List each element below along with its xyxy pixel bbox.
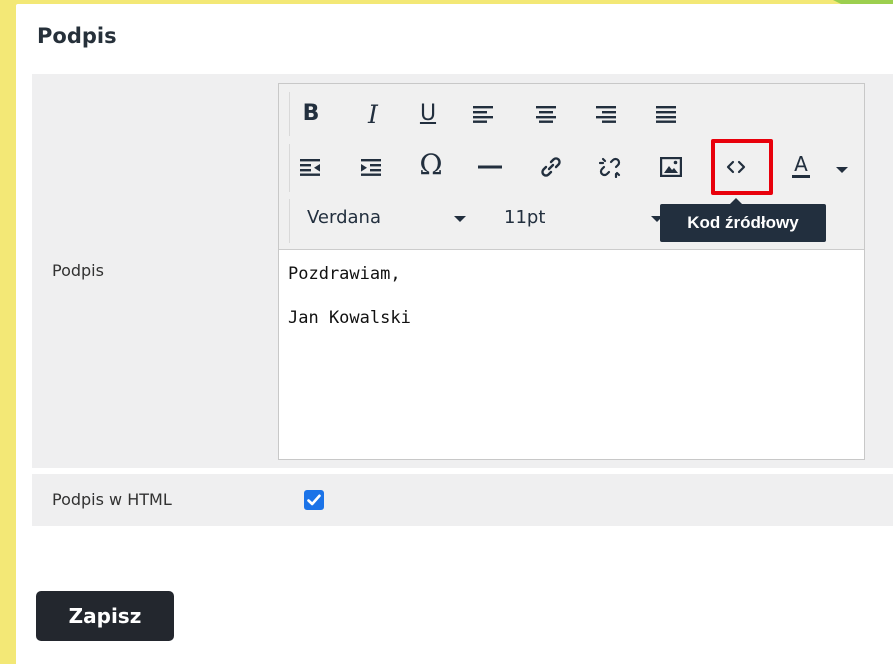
signature-label: Podpis	[52, 261, 104, 280]
text-color-icon[interactable]: A	[783, 147, 819, 183]
text-color-glyph: A	[792, 151, 810, 178]
editor-content-area[interactable]: Pozdrawiam, Jan Kowalski	[279, 249, 864, 459]
source-code-tooltip: Kod źródłowy	[660, 198, 826, 242]
settings-panel: Podpis Podpis B I U Ω A Verdana 11pt Kod…	[16, 4, 893, 664]
content-line-empty	[288, 285, 855, 307]
outdent-icon[interactable]	[293, 149, 329, 185]
toolbar-separator	[289, 144, 290, 192]
bold-button[interactable]: B	[293, 96, 329, 132]
toolbar-separator	[289, 92, 290, 136]
link-icon[interactable]	[533, 149, 569, 185]
underline-button[interactable]: U	[410, 96, 446, 132]
font-family-value: Verdana	[307, 206, 381, 228]
html-signature-row: Podpis w HTML	[32, 474, 893, 526]
italic-button[interactable]: I	[355, 96, 391, 132]
content-line: Jan Kowalski	[288, 308, 411, 328]
align-left-icon[interactable]	[466, 96, 502, 132]
align-center-icon[interactable]	[528, 96, 564, 132]
special-character-icon[interactable]: Ω	[413, 147, 449, 183]
html-signature-checkbox[interactable]	[304, 490, 324, 510]
font-family-caret-icon	[454, 216, 466, 222]
font-size-value: 11pt	[504, 206, 546, 228]
checkmark-icon	[307, 494, 321, 506]
unlink-icon[interactable]	[592, 149, 628, 185]
toolbar-separator	[289, 199, 290, 243]
image-icon[interactable]	[653, 149, 689, 185]
rich-text-editor: B I U Ω A Verdana 11pt Kod źródłowy Pozd…	[278, 83, 865, 460]
align-right-icon[interactable]	[587, 96, 623, 132]
content-line: Pozdrawiam,	[288, 264, 401, 284]
save-button[interactable]: Zapisz	[36, 591, 174, 641]
signature-row: Podpis B I U Ω A Verdana 11pt Kod źródło…	[32, 74, 893, 468]
horizontal-line-icon[interactable]	[472, 149, 508, 185]
text-color-caret-icon[interactable]	[836, 167, 848, 173]
font-family-select[interactable]: Verdana	[307, 201, 477, 233]
source-code-highlight-box	[711, 139, 773, 195]
font-size-select[interactable]: 11pt	[504, 201, 654, 233]
align-justify-icon[interactable]	[648, 96, 684, 132]
indent-icon[interactable]	[353, 149, 389, 185]
html-signature-label: Podpis w HTML	[52, 490, 172, 509]
editor-toolbar: B I U Ω A Verdana 11pt Kod źródłowy	[279, 84, 864, 249]
section-title: Podpis	[37, 24, 117, 48]
